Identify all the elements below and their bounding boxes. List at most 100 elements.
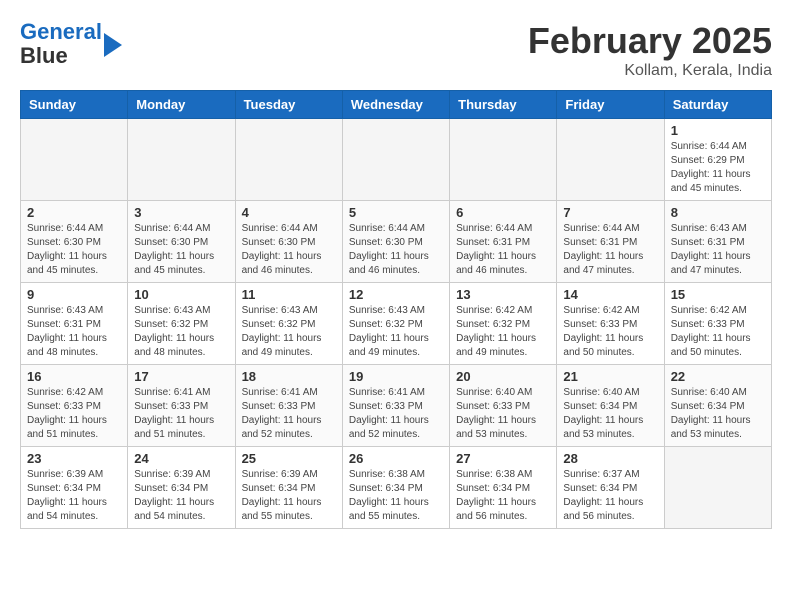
table-row: 9 Sunrise: 6:43 AM Sunset: 6:31 PM Daylig… <box>21 283 128 365</box>
day-number: 8 <box>671 205 765 220</box>
logo-blue: Blue <box>20 43 68 68</box>
day-number: 9 <box>27 287 121 302</box>
day-number: 22 <box>671 369 765 384</box>
table-row <box>557 119 664 201</box>
day-info: Sunrise: 6:44 AM Sunset: 6:30 PM Dayligh… <box>242 222 336 278</box>
table-row: 7 Sunrise: 6:44 AM Sunset: 6:31 PM Daylig… <box>557 201 664 283</box>
table-row: 21 Sunrise: 6:40 AM Sunset: 6:34 PM Dayli… <box>557 365 664 447</box>
day-number: 15 <box>671 287 765 302</box>
day-number: 27 <box>456 451 550 466</box>
calendar-header-row: Sunday Monday Tuesday Wednesday Thursday… <box>21 91 772 119</box>
day-number: 12 <box>349 287 443 302</box>
day-info: Sunrise: 6:41 AM Sunset: 6:33 PM Dayligh… <box>242 386 336 442</box>
header-wednesday: Wednesday <box>342 91 449 119</box>
day-info: Sunrise: 6:40 AM Sunset: 6:34 PM Dayligh… <box>563 386 657 442</box>
day-info: Sunrise: 6:43 AM Sunset: 6:31 PM Dayligh… <box>671 222 765 278</box>
day-info: Sunrise: 6:39 AM Sunset: 6:34 PM Dayligh… <box>27 468 121 524</box>
header-friday: Friday <box>557 91 664 119</box>
table-row: 26Sunrise: 6:38 AM Sunset: 6:34 PM Dayli… <box>342 447 449 529</box>
day-info: Sunrise: 6:44 AM Sunset: 6:29 PM Dayligh… <box>671 140 765 196</box>
day-number: 7 <box>563 205 657 220</box>
day-number: 28 <box>563 451 657 466</box>
calendar-week-row: 23 Sunrise: 6:39 AM Sunset: 6:34 PM Dayli… <box>21 447 772 529</box>
calendar-week-row: 1 Sunrise: 6:44 AM Sunset: 6:29 PM Daylig… <box>21 119 772 201</box>
day-number: 25 <box>242 451 336 466</box>
table-row: 18 Sunrise: 6:41 AM Sunset: 6:33 PM Dayli… <box>235 365 342 447</box>
day-number: 3 <box>134 205 228 220</box>
logo-arrow-icon <box>104 33 122 57</box>
table-row: 28 Sunrise: 6:37 AM Sunset: 6:34 PM Dayli… <box>557 447 664 529</box>
header-monday: Monday <box>128 91 235 119</box>
day-info: Sunrise: 6:42 AM Sunset: 6:32 PM Dayligh… <box>456 304 550 360</box>
day-number: 4 <box>242 205 336 220</box>
table-row <box>342 119 449 201</box>
day-number: 5 <box>349 205 443 220</box>
table-row <box>21 119 128 201</box>
month-title: February 2025 <box>528 20 772 62</box>
table-row: 10Sunrise: 6:43 AM Sunset: 6:32 PM Dayli… <box>128 283 235 365</box>
table-row: 24 Sunrise: 6:39 AM Sunset: 6:34 PM Dayli… <box>128 447 235 529</box>
day-info: Sunrise: 6:42 AM Sunset: 6:33 PM Dayligh… <box>563 304 657 360</box>
day-number: 1 <box>671 123 765 138</box>
day-info: Sunrise: 6:42 AM Sunset: 6:33 PM Dayligh… <box>27 386 121 442</box>
table-row <box>450 119 557 201</box>
calendar-table: Sunday Monday Tuesday Wednesday Thursday… <box>20 90 772 529</box>
day-info: Sunrise: 6:44 AM Sunset: 6:30 PM Dayligh… <box>134 222 228 278</box>
table-row: 3 Sunrise: 6:44 AM Sunset: 6:30 PM Daylig… <box>128 201 235 283</box>
table-row: 15 Sunrise: 6:42 AM Sunset: 6:33 PM Dayli… <box>664 283 771 365</box>
day-number: 14 <box>563 287 657 302</box>
day-info: Sunrise: 6:41 AM Sunset: 6:33 PM Dayligh… <box>134 386 228 442</box>
header-tuesday: Tuesday <box>235 91 342 119</box>
table-row: 11 Sunrise: 6:43 AM Sunset: 6:32 PM Dayli… <box>235 283 342 365</box>
day-number: 21 <box>563 369 657 384</box>
day-info: Sunrise: 6:42 AM Sunset: 6:33 PM Dayligh… <box>671 304 765 360</box>
day-info: Sunrise: 6:43 AM Sunset: 6:32 PM Dayligh… <box>242 304 336 360</box>
day-info: Sunrise: 6:44 AM Sunset: 6:31 PM Dayligh… <box>563 222 657 278</box>
table-row: 22 Sunrise: 6:40 AM Sunset: 6:34 PM Dayli… <box>664 365 771 447</box>
table-row: 1 Sunrise: 6:44 AM Sunset: 6:29 PM Daylig… <box>664 119 771 201</box>
table-row: 19Sunrise: 6:41 AM Sunset: 6:33 PM Dayli… <box>342 365 449 447</box>
calendar-week-row: 2 Sunrise: 6:44 AM Sunset: 6:30 PM Daylig… <box>21 201 772 283</box>
calendar-week-row: 9 Sunrise: 6:43 AM Sunset: 6:31 PM Daylig… <box>21 283 772 365</box>
table-row: 2 Sunrise: 6:44 AM Sunset: 6:30 PM Daylig… <box>21 201 128 283</box>
day-info: Sunrise: 6:43 AM Sunset: 6:32 PM Dayligh… <box>349 304 443 360</box>
day-number: 26 <box>349 451 443 466</box>
day-info: Sunrise: 6:40 AM Sunset: 6:34 PM Dayligh… <box>671 386 765 442</box>
day-number: 20 <box>456 369 550 384</box>
day-number: 11 <box>242 287 336 302</box>
table-row: 13 Sunrise: 6:42 AM Sunset: 6:32 PM Dayli… <box>450 283 557 365</box>
table-row: 25 Sunrise: 6:39 AM Sunset: 6:34 PM Dayli… <box>235 447 342 529</box>
table-row: 4 Sunrise: 6:44 AM Sunset: 6:30 PM Daylig… <box>235 201 342 283</box>
day-info: Sunrise: 6:37 AM Sunset: 6:34 PM Dayligh… <box>563 468 657 524</box>
day-info: Sunrise: 6:38 AM Sunset: 6:34 PM Dayligh… <box>456 468 550 524</box>
day-number: 6 <box>456 205 550 220</box>
day-number: 24 <box>134 451 228 466</box>
table-row: 16 Sunrise: 6:42 AM Sunset: 6:33 PM Dayli… <box>21 365 128 447</box>
day-number: 23 <box>27 451 121 466</box>
day-info: Sunrise: 6:44 AM Sunset: 6:30 PM Dayligh… <box>27 222 121 278</box>
table-row <box>664 447 771 529</box>
day-info: Sunrise: 6:39 AM Sunset: 6:34 PM Dayligh… <box>134 468 228 524</box>
header-thursday: Thursday <box>450 91 557 119</box>
day-info: Sunrise: 6:39 AM Sunset: 6:34 PM Dayligh… <box>242 468 336 524</box>
day-info: Sunrise: 6:40 AM Sunset: 6:33 PM Dayligh… <box>456 386 550 442</box>
table-row: 23 Sunrise: 6:39 AM Sunset: 6:34 PM Dayli… <box>21 447 128 529</box>
day-number: 2 <box>27 205 121 220</box>
table-row: 12 Sunrise: 6:43 AM Sunset: 6:32 PM Dayli… <box>342 283 449 365</box>
day-number: 16 <box>27 369 121 384</box>
calendar-week-row: 16 Sunrise: 6:42 AM Sunset: 6:33 PM Dayli… <box>21 365 772 447</box>
table-row: 27 Sunrise: 6:38 AM Sunset: 6:34 PM Dayli… <box>450 447 557 529</box>
day-info: Sunrise: 6:44 AM Sunset: 6:30 PM Dayligh… <box>349 222 443 278</box>
day-number: 18 <box>242 369 336 384</box>
day-number: 13 <box>456 287 550 302</box>
day-info: Sunrise: 6:44 AM Sunset: 6:31 PM Dayligh… <box>456 222 550 278</box>
page-header: General Blue February 2025 Kollam, Keral… <box>20 20 772 80</box>
table-row: 8 Sunrise: 6:43 AM Sunset: 6:31 PM Daylig… <box>664 201 771 283</box>
table-row <box>235 119 342 201</box>
day-number: 17 <box>134 369 228 384</box>
table-row: 17 Sunrise: 6:41 AM Sunset: 6:33 PM Dayli… <box>128 365 235 447</box>
logo-general: General <box>20 19 102 44</box>
table-row <box>128 119 235 201</box>
day-info: Sunrise: 6:43 AM Sunset: 6:31 PM Dayligh… <box>27 304 121 360</box>
day-info: Sunrise: 6:43 AM Sunset: 6:32 PM Dayligh… <box>134 304 228 360</box>
